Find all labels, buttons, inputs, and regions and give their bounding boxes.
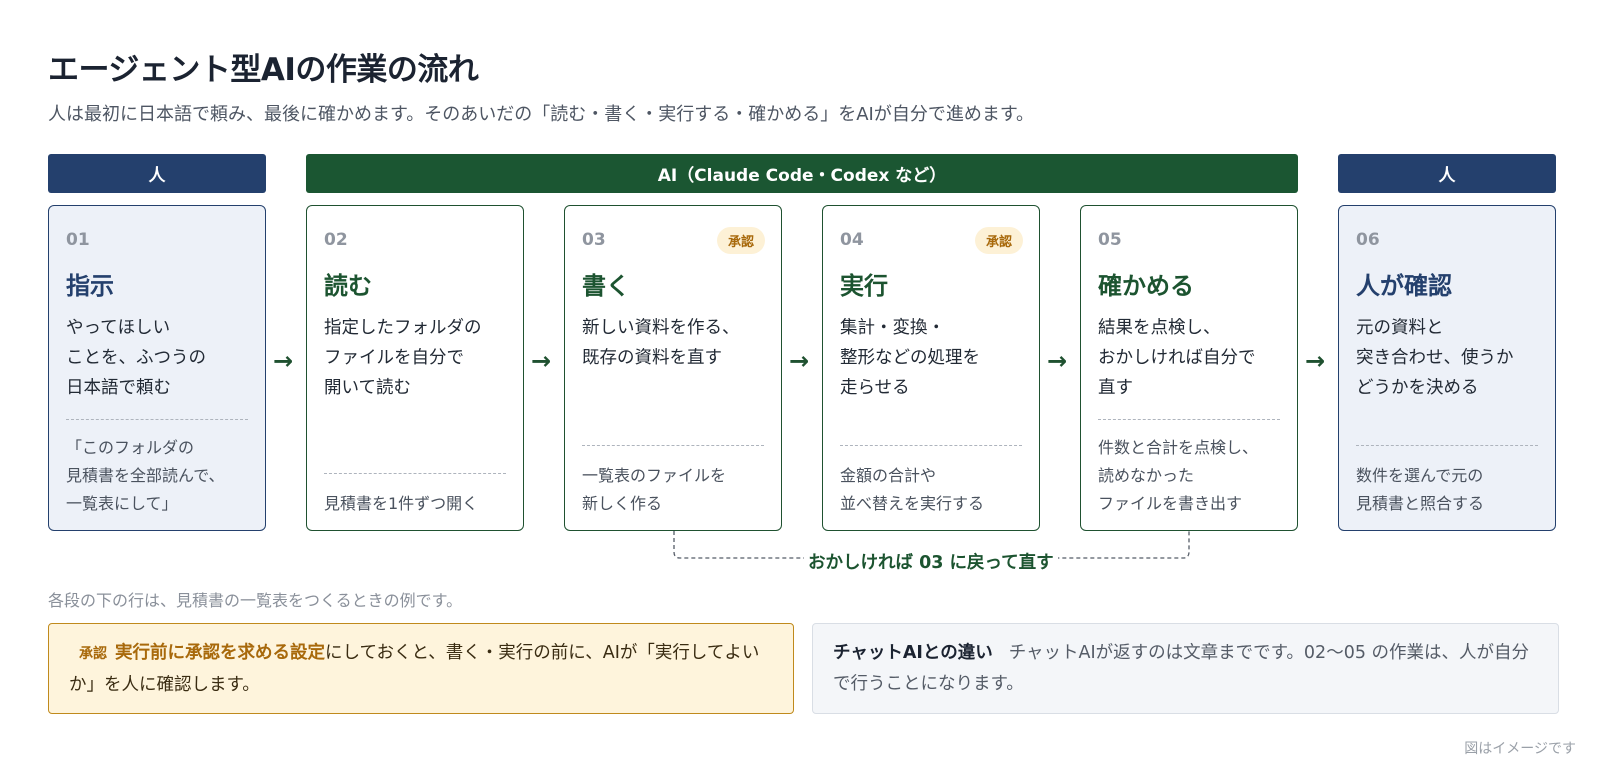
approval-highlight: 実行前に承認を求める設定 (115, 643, 325, 663)
chat-ai-title: チャットAIとの違い (833, 643, 993, 663)
approval-setting-note: 承認 実行前に承認を求める設定にしておくと、書く・実行の前に、AIが「実行してよい… (48, 623, 794, 714)
loop-back-label: おかしければ 03 に戻って直す (804, 549, 1058, 574)
chat-ai-difference-note: チャットAIとの違い チャットAIが返すのは文章までです。02〜05 の作業は、人… (812, 623, 1559, 714)
example-note: 各段の下の行は、見積書の一覧表をつくるときの例です。 (48, 591, 463, 610)
footer-caption: 図はイメージです (1464, 741, 1576, 757)
approval-tag: 承認 (79, 646, 107, 662)
